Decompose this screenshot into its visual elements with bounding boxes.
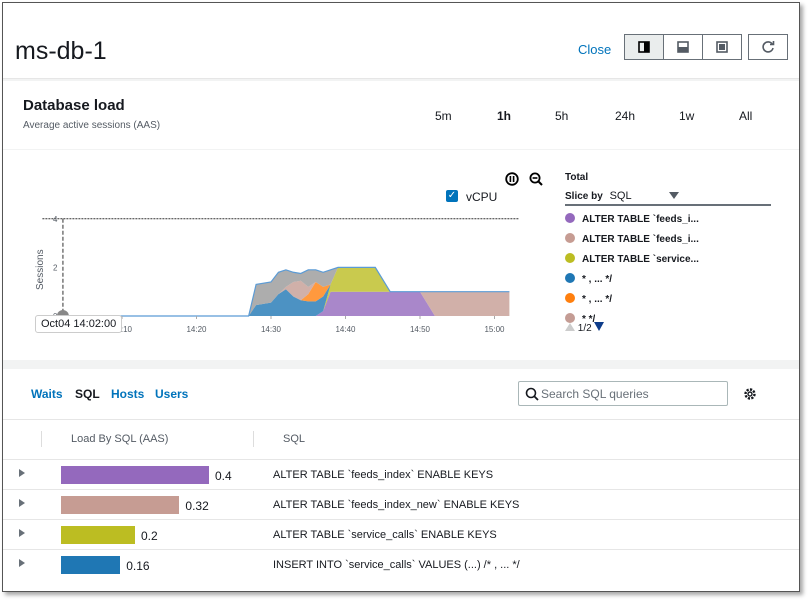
load-value: 0.16 bbox=[126, 559, 150, 573]
y-axis-label: Sessions bbox=[35, 249, 46, 290]
x-tick-label: 15:00 bbox=[484, 325, 505, 334]
expand-icon[interactable] bbox=[19, 469, 25, 477]
load-value: 0.4 bbox=[215, 469, 232, 483]
legend-label: ALTER TABLE `service... bbox=[582, 254, 699, 265]
legend-swatch bbox=[565, 273, 575, 283]
load-value: 0.32 bbox=[185, 499, 209, 513]
refresh-button[interactable] bbox=[748, 34, 788, 60]
slice-by-value: SQL bbox=[609, 190, 632, 202]
search-sql-input[interactable]: Search SQL queries bbox=[518, 381, 728, 406]
legend-label: * , ... */ bbox=[582, 294, 613, 305]
x-tick-label: 14:30 bbox=[261, 325, 282, 334]
panel-header: ms-db-1 Close bbox=[3, 3, 799, 79]
chart-tooltip: Oct04 14:02:00 bbox=[35, 315, 123, 333]
sql-text[interactable]: INSERT INTO `service_calls` VALUES (...)… bbox=[273, 559, 520, 571]
table-row[interactable]: 0.16 INSERT INTO `service_calls` VALUES (… bbox=[3, 549, 799, 579]
y-tick-label: 2 bbox=[53, 263, 58, 272]
x-tick-label: 14:20 bbox=[186, 325, 207, 334]
y-tick-label: 4 bbox=[53, 215, 58, 224]
expand-icon[interactable] bbox=[19, 499, 25, 507]
legend-swatch bbox=[565, 213, 575, 223]
x-tick-label: 14:40 bbox=[335, 325, 356, 334]
close-link[interactable]: Close bbox=[578, 42, 611, 57]
section-title: Database load bbox=[23, 97, 125, 114]
legend-pager: 1/2 bbox=[565, 322, 605, 334]
legend-item[interactable]: ALTER TABLE `feeds_i... bbox=[565, 233, 699, 245]
refresh-icon bbox=[762, 41, 775, 53]
range-5h[interactable]: 5h bbox=[555, 109, 568, 123]
load-bar bbox=[61, 556, 121, 574]
legend-total: Total bbox=[565, 172, 589, 183]
tab-sql[interactable]: SQL bbox=[75, 387, 100, 401]
load-bar bbox=[61, 496, 180, 514]
sql-text[interactable]: ALTER TABLE `feeds_index` ENABLE KEYS bbox=[273, 469, 493, 481]
page-title: ms-db-1 bbox=[15, 37, 107, 65]
page-down-icon[interactable] bbox=[594, 322, 605, 331]
split-right-button[interactable] bbox=[624, 34, 664, 60]
load-value: 0.2 bbox=[141, 529, 158, 543]
range-24h[interactable]: 24h bbox=[615, 109, 635, 123]
slice-by-label: Slice by bbox=[565, 191, 603, 202]
search-placeholder: Search SQL queries bbox=[541, 387, 649, 401]
database-load-header: Database load Average active sessions (A… bbox=[3, 81, 799, 149]
table-row[interactable]: 0.4 ALTER TABLE `feeds_index` ENABLE KEYS bbox=[3, 459, 799, 489]
tab-hosts[interactable]: Hosts bbox=[111, 387, 144, 401]
x-tick-label: 14:50 bbox=[410, 325, 431, 334]
full-screen-button[interactable] bbox=[702, 34, 742, 60]
expand-icon[interactable] bbox=[19, 529, 25, 537]
full-screen-icon bbox=[716, 41, 728, 53]
load-bar bbox=[61, 526, 135, 544]
top-sql-panel: Waits SQL Hosts Users Search SQL queries Lo… bbox=[3, 369, 799, 591]
expand-icon[interactable] bbox=[19, 559, 25, 567]
legend-swatch bbox=[565, 293, 575, 303]
column-header-load[interactable]: Load By SQL (AAS) bbox=[71, 433, 168, 445]
sql-text[interactable]: ALTER TABLE `service_calls` ENABLE KEYS bbox=[273, 529, 497, 541]
database-load-chart: ✓ vCPU 02414:1014:2014:3014:4014:5015:00… bbox=[3, 150, 799, 360]
table-row[interactable]: 0.32 ALTER TABLE `feeds_index_new` ENABLE… bbox=[3, 489, 799, 519]
split-bottom-button[interactable] bbox=[663, 34, 703, 60]
page-up-icon[interactable] bbox=[565, 323, 575, 331]
legend-label: * , ... */ bbox=[582, 274, 613, 285]
split-right-icon bbox=[638, 41, 650, 53]
legend-label: ALTER TABLE `feeds_i... bbox=[582, 234, 699, 245]
section-subtitle: Average active sessions (AAS) bbox=[23, 120, 161, 131]
tab-waits[interactable]: Waits bbox=[31, 387, 63, 401]
caret-down-icon bbox=[669, 192, 679, 199]
range-All[interactable]: All bbox=[739, 109, 752, 123]
tab-users[interactable]: Users bbox=[155, 387, 188, 401]
legend-item[interactable]: ALTER TABLE `feeds_i... bbox=[565, 213, 699, 225]
legend-swatch bbox=[565, 253, 575, 263]
split-bottom-icon bbox=[677, 41, 689, 53]
database-details-panel: ms-db-1 Close Database load Average acti… bbox=[2, 2, 800, 592]
legend-item[interactable]: * , ... */ bbox=[565, 273, 612, 285]
range-1h[interactable]: 1h bbox=[497, 109, 511, 123]
slice-by-select[interactable]: Slice by SQL bbox=[565, 190, 771, 206]
gear-icon[interactable] bbox=[743, 387, 757, 401]
sql-text[interactable]: ALTER TABLE `feeds_index_new` ENABLE KEY… bbox=[273, 499, 519, 511]
range-1w[interactable]: 1w bbox=[679, 109, 694, 123]
legend-item[interactable]: ALTER TABLE `service... bbox=[565, 253, 699, 265]
legend-item[interactable]: * , ... */ bbox=[565, 293, 612, 305]
range-5m[interactable]: 5m bbox=[435, 109, 452, 123]
legend-swatch bbox=[565, 233, 575, 243]
column-header-sql[interactable]: SQL bbox=[283, 433, 305, 445]
table-row[interactable]: 0.2 ALTER TABLE `service_calls` ENABLE KE… bbox=[3, 519, 799, 549]
load-bar bbox=[61, 466, 209, 484]
page-indicator: 1/2 bbox=[577, 323, 592, 334]
legend-label: ALTER TABLE `feeds_i... bbox=[582, 214, 699, 225]
search-icon bbox=[525, 387, 539, 401]
